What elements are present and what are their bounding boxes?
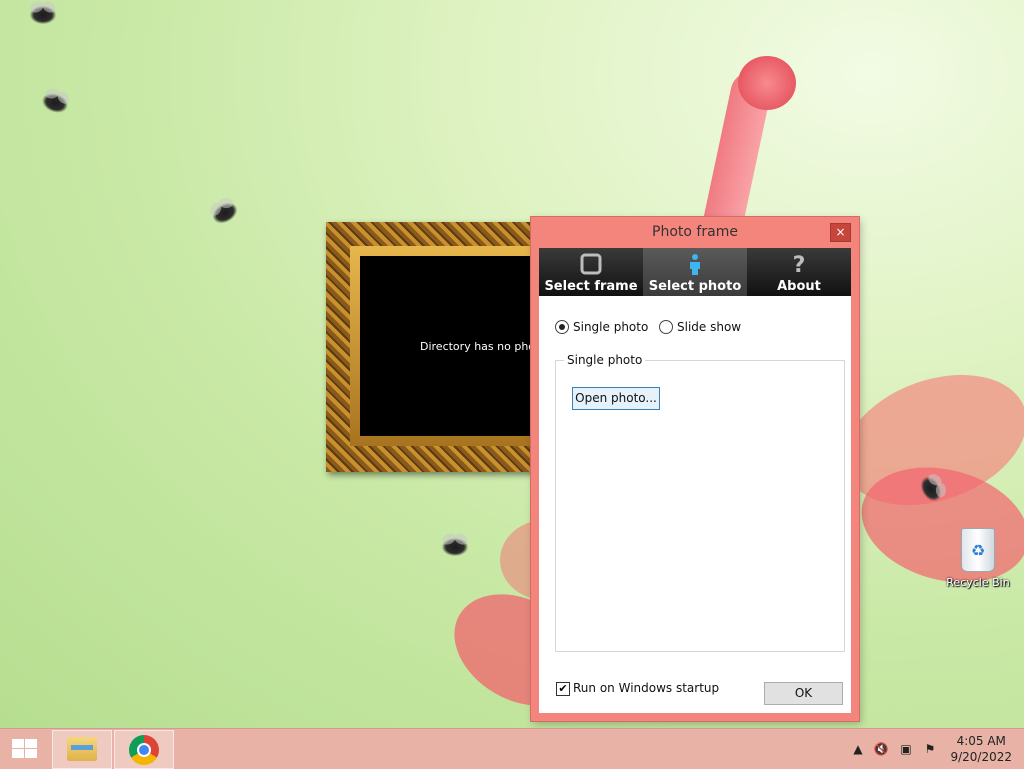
start-button[interactable] xyxy=(0,729,48,769)
recycle-bin-icon xyxy=(961,528,995,572)
clock-time: 4:05 AM xyxy=(956,734,1006,748)
taskbar-file-explorer[interactable] xyxy=(52,730,112,769)
clock-date: 9/20/2022 xyxy=(950,750,1012,764)
photo-frame-dialog: Photo frame × Select frame Select photo … xyxy=(531,217,859,721)
person-icon xyxy=(690,254,700,275)
recycle-bin-label: Recycle Bin xyxy=(946,576,1010,589)
slide-show-radio[interactable] xyxy=(659,320,673,334)
photo-frame-border: Directory has no photo xyxy=(350,246,556,446)
single-photo-group: Single photo Open photo... xyxy=(555,353,845,652)
group-title: Single photo xyxy=(564,353,646,367)
recycle-bin-shortcut[interactable]: Recycle Bin xyxy=(940,528,1016,589)
tab-label: About xyxy=(777,279,821,294)
taskbar: ▲ 🔇 ▣ ⚑ 4:05 AM 9/20/2022 xyxy=(0,728,1024,769)
tab-select-photo[interactable]: Select photo xyxy=(643,248,747,296)
slide-show-option[interactable]: Slide show xyxy=(659,320,741,334)
show-hidden-icons-icon[interactable]: ▲ xyxy=(850,741,866,757)
frame-icon xyxy=(580,253,602,275)
open-photo-button[interactable]: Open photo... xyxy=(572,387,660,410)
dialog-title: Photo frame xyxy=(652,224,738,240)
single-photo-label: Single photo xyxy=(573,320,649,334)
photo-frame-widget[interactable]: Directory has no photo xyxy=(326,222,556,472)
fly-decoration xyxy=(442,538,468,556)
taskbar-clock[interactable]: 4:05 AM 9/20/2022 xyxy=(950,733,1012,765)
tab-about[interactable]: ? About xyxy=(747,248,851,296)
tab-label: Select frame xyxy=(544,279,638,294)
svg-text:?: ? xyxy=(793,253,806,275)
ok-button[interactable]: OK xyxy=(764,682,843,705)
chrome-icon xyxy=(129,735,159,765)
flower-stigma-decoration xyxy=(738,56,796,110)
photo-frame-screen: Directory has no photo xyxy=(360,256,556,436)
question-icon: ? xyxy=(793,253,806,275)
slide-show-label: Slide show xyxy=(677,320,742,334)
run-on-startup-checkbox[interactable]: ✔ xyxy=(556,682,570,696)
tab-bar: Select frame Select photo ? About xyxy=(539,248,851,296)
file-explorer-icon xyxy=(67,737,97,761)
taskbar-chrome[interactable] xyxy=(114,730,174,769)
select-photo-panel: Single photo Slide show Single photo Ope… xyxy=(539,296,851,713)
network-icon[interactable]: ▣ xyxy=(898,741,914,757)
tab-label: Select photo xyxy=(648,279,742,294)
single-photo-option[interactable]: Single photo xyxy=(555,320,648,334)
volume-muted-icon[interactable]: 🔇 xyxy=(873,741,889,757)
desktop: Directory has no photo Recycle Bin xyxy=(0,0,1024,728)
close-button[interactable]: × xyxy=(830,223,851,242)
fly-decoration xyxy=(30,6,56,24)
fly-decoration xyxy=(209,198,241,228)
tab-select-frame[interactable]: Select frame xyxy=(539,248,643,296)
run-on-startup-label: Run on Windows startup xyxy=(573,681,720,695)
windows-logo-icon xyxy=(12,739,38,759)
single-photo-radio[interactable] xyxy=(555,320,569,334)
fly-decoration xyxy=(39,90,71,116)
no-photo-message: Directory has no photo xyxy=(420,339,547,353)
action-center-icon[interactable]: ⚑ xyxy=(922,741,938,757)
